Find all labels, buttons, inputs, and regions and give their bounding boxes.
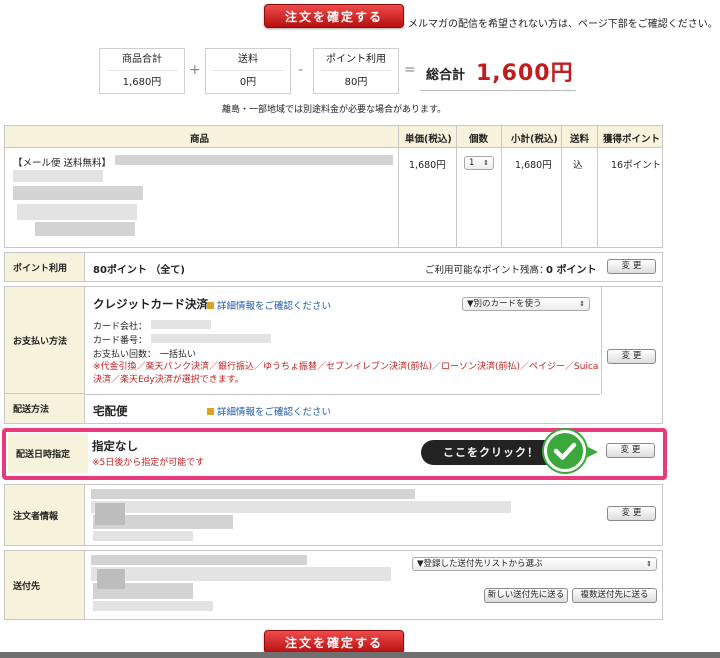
- ship-to-blurred: [91, 555, 307, 565]
- card-company-blurred: [151, 320, 211, 329]
- item-image-blurred: [17, 204, 137, 220]
- page-bottom-bar: [0, 652, 720, 658]
- item-image-blurred: [35, 222, 135, 236]
- points-used-value: 80円: [344, 77, 368, 88]
- item-earned-points: 16ポイント: [611, 160, 662, 171]
- col-unit-price: 単価(税込): [405, 134, 452, 145]
- orderer-row: 注文者情報 変 更: [4, 484, 663, 546]
- ship-to-blurred: [97, 569, 125, 589]
- ship-to-row: 送付先 ▼登録した送付先リストから選ぶ ⇕ 新しい送付先に送る 複数送付先に送る: [4, 550, 663, 620]
- divider: [597, 126, 598, 247]
- divider: [85, 394, 600, 395]
- delivery-method-label: 配送方法: [5, 394, 85, 423]
- installments-label: お支払い回数：: [93, 350, 157, 360]
- shipping-label: 送料: [213, 49, 283, 71]
- orderer-blurred: [91, 489, 415, 499]
- orderer-label: 注文者情報: [5, 485, 85, 545]
- available-points-label: ご利用可能なポイント残高：: [425, 265, 549, 276]
- multiple-ship-to-button[interactable]: 複数送付先に送る: [572, 588, 657, 603]
- points-used: 80ポイント （全て): [93, 265, 185, 276]
- item-shipping: 込: [573, 160, 583, 171]
- item-name-blurred: [115, 155, 393, 165]
- pointer-arrow-icon: [584, 445, 598, 459]
- delivery-detail-text: 詳細情報をご確認ください: [217, 407, 332, 418]
- item-title: 【メール便 送料無料】: [13, 158, 112, 169]
- goods-table: 商品 単価(税込) 個数 小計(税込) 送料 獲得ポイント 【メール便 送料無料…: [4, 125, 663, 248]
- ship-to-blurred: [93, 601, 213, 611]
- subtotal-label: 商品合計: [107, 49, 177, 71]
- mailmag-note: メルマガの配信を希望されない方は、ページ下部をご確認ください。: [408, 19, 718, 30]
- col-shipping: 送料: [570, 134, 590, 145]
- payment-options-note: ※代金引換／楽天バンク決済／銀行振込／ゆうちょ振替／セブンイレブン決済(前払)／…: [93, 362, 599, 385]
- shipping-box: 送料 0円: [205, 48, 291, 94]
- goods-table-header: 商品 単価(税込) 個数 小計(税込) 送料 獲得ポイント: [5, 126, 662, 148]
- divider: [561, 126, 562, 247]
- available-points-value: 0 ポイント: [546, 265, 597, 276]
- info-square-icon: [207, 408, 214, 415]
- divider: [456, 126, 457, 247]
- change-payment-button[interactable]: 変 更: [607, 349, 656, 364]
- ship-to-label: 送付先: [5, 551, 85, 619]
- payment-delivery-block: お支払い方法 配送方法 クレジットカード決済 詳細情報をご確認ください ▼別のカ…: [4, 286, 663, 424]
- item-image-blurred: [13, 186, 143, 200]
- divider: [398, 126, 399, 247]
- change-points-button[interactable]: 変 更: [607, 259, 656, 274]
- change-orderer-button[interactable]: 変 更: [607, 506, 656, 521]
- ship-to-select-value: ▼登録した送付先リストから選ぶ: [417, 559, 543, 569]
- col-points: 獲得ポイント: [603, 134, 661, 145]
- col-subtotal: 小計(税込): [511, 134, 558, 145]
- ship-to-blurred: [91, 567, 391, 581]
- installments-value: 一括払い: [160, 350, 197, 360]
- orderer-blurred: [95, 503, 125, 525]
- points-used-box: ポイント利用 80円: [313, 48, 399, 94]
- plus-sign: +: [189, 62, 201, 78]
- divider: [601, 287, 602, 394]
- delivery-method-name: 宅配便: [93, 404, 128, 418]
- payment-label: お支払い方法: [5, 287, 85, 394]
- payment-detail-link[interactable]: 詳細情報をご確認ください: [207, 298, 331, 312]
- subtotal-value: 1,680円: [122, 77, 162, 88]
- stepper-icon: ⇕: [483, 159, 489, 167]
- shipping-value: 0円: [239, 77, 257, 88]
- card-company-label: カード会社：: [93, 322, 148, 332]
- points-row: ポイント利用 80ポイント （全て) ご利用可能なポイント残高： 0 ポイント …: [4, 252, 663, 282]
- points-used-label: ポイント利用: [321, 49, 391, 71]
- checkmark-icon: [544, 430, 586, 472]
- payment-method-name: クレジットカード決済: [93, 297, 208, 311]
- card-number-blurred: [151, 334, 271, 343]
- delivery-detail-link[interactable]: 詳細情報をご確認ください: [207, 404, 331, 418]
- card-select[interactable]: ▼別のカードを使う ⇕: [462, 297, 590, 311]
- grand-total-label: 総合計: [426, 68, 466, 83]
- confirm-order-button-bottom[interactable]: 注文を確定する: [264, 630, 404, 654]
- divider: [501, 126, 502, 247]
- chevron-icon: ⇕: [579, 300, 585, 308]
- minus-sign: -: [298, 62, 304, 78]
- quantity-select[interactable]: 1 ⇕: [464, 156, 494, 170]
- item-subtotal: 1,680円: [515, 160, 552, 171]
- confirm-order-button-top[interactable]: 注文を確定する: [264, 4, 404, 28]
- item-detail-blurred: [13, 170, 103, 182]
- equals-sign: =: [404, 62, 416, 78]
- info-square-icon: [207, 302, 214, 309]
- orderer-blurred: [93, 531, 193, 541]
- quantity-value: 1: [469, 158, 475, 168]
- ship-to-list-select[interactable]: ▼登録した送付先リストから選ぶ ⇕: [412, 557, 657, 571]
- grand-total-value: 1,600円: [476, 61, 574, 86]
- chevron-icon: ⇕: [646, 560, 652, 568]
- remote-area-note: 離島・一部地域では別途料金が必要な場合があります。: [222, 105, 447, 115]
- new-ship-to-button[interactable]: 新しい送付先に送る: [484, 588, 568, 603]
- card-number-label: カード番号：: [93, 336, 148, 346]
- total-underline: [420, 90, 576, 91]
- orderer-blurred: [91, 501, 511, 513]
- card-select-value: ▼別のカードを使う: [467, 299, 542, 309]
- subtotal-box: 商品合計 1,680円: [99, 48, 185, 94]
- item-unit-price: 1,680円: [409, 160, 446, 171]
- points-row-label: ポイント利用: [5, 253, 85, 281]
- payment-detail-text: 詳細情報をご確認ください: [217, 301, 332, 312]
- col-product: 商品: [190, 134, 210, 145]
- col-quantity: 個数: [469, 134, 489, 145]
